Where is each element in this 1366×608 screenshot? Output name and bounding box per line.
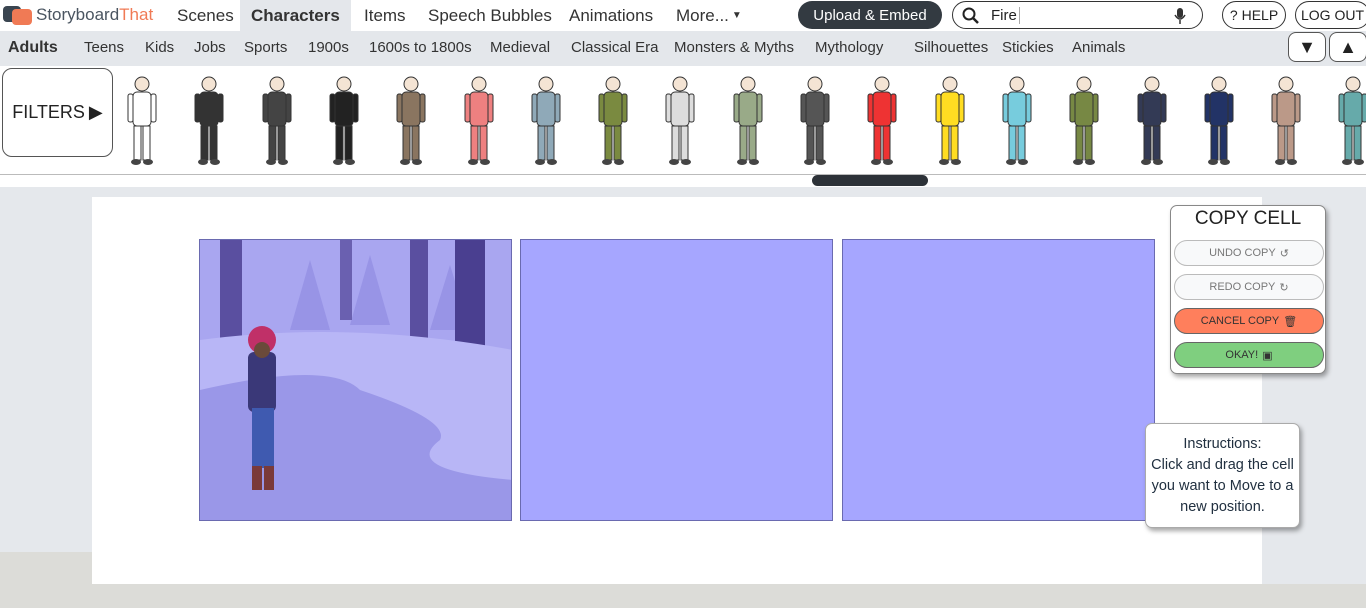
character-thumbnail[interactable] (1331, 74, 1366, 166)
nav-more-label: More... (676, 5, 729, 25)
cancel-label: CANCEL COPY (1200, 315, 1280, 327)
category-monsters-myths[interactable]: Monsters & Myths (674, 39, 794, 56)
storyboard-cell-1[interactable] (199, 239, 512, 521)
storyboard-cell-2[interactable] (520, 239, 833, 521)
instructions-tooltip: Instructions: Click and drag the cell yo… (1145, 423, 1300, 528)
nav-scenes[interactable]: Scenes (166, 0, 245, 31)
collapse-down-button[interactable]: ▼ (1288, 32, 1326, 62)
trash-icon: 🗑 (1283, 315, 1298, 328)
cancel-copy-button[interactable]: CANCEL COPY 🗑 (1174, 308, 1324, 334)
logout-button[interactable]: LOG OUT (1295, 1, 1366, 29)
category-1900s[interactable]: 1900s (308, 39, 349, 56)
search-value: Fire (991, 6, 1020, 24)
logo-icon (3, 4, 33, 26)
category-adults[interactable]: Adults (8, 39, 58, 57)
microphone-icon[interactable] (1174, 7, 1186, 25)
brand-name-accent: That (119, 5, 154, 24)
category-animals[interactable]: Animals (1072, 39, 1125, 56)
storyboardthat-logo[interactable]: Storyboard That (3, 4, 153, 26)
search-input[interactable]: Fire (952, 1, 1203, 29)
filters-label: FILTERS (12, 102, 85, 122)
character-thumbnail[interactable] (389, 74, 433, 166)
character-thumbnail[interactable] (928, 74, 972, 166)
redo-icon: ↻ (1279, 281, 1289, 294)
category-kids[interactable]: Kids (145, 39, 174, 56)
category-1600s-to-1800s[interactable]: 1600s to 1800s (369, 39, 472, 56)
category-mythology[interactable]: Mythology (815, 39, 883, 56)
okay-button[interactable]: OKAY! ▣ (1174, 342, 1324, 368)
character-thumbnail[interactable] (995, 74, 1039, 166)
storyboard-cell-3[interactable] (842, 239, 1155, 521)
triangle-down-icon: ▼ (1298, 36, 1316, 57)
character-thumbnail[interactable] (1062, 74, 1106, 166)
category-stickies[interactable]: Stickies (1002, 39, 1054, 56)
character-thumbnail[interactable] (591, 74, 635, 166)
undo-label: UNDO COPY (1209, 247, 1276, 259)
character-thumbnail[interactable] (524, 74, 568, 166)
nav-animations[interactable]: Animations (558, 0, 664, 31)
search-icon (962, 7, 979, 24)
instructions-text: Click and drag the cell you want to Move… (1151, 457, 1294, 515)
character-thumbnail[interactable] (1130, 74, 1174, 166)
nav-more[interactable]: More... ▼ (665, 0, 753, 31)
undo-icon: ↺ (1279, 247, 1289, 260)
character-thumbnail[interactable] (1264, 74, 1308, 166)
footer-area (0, 584, 1366, 608)
help-label: HELP (1241, 7, 1279, 23)
winter-forest-scene (200, 240, 511, 520)
triangle-up-icon: ▲ (1339, 36, 1357, 57)
category-medieval[interactable]: Medieval (490, 39, 550, 56)
scrollbar-track[interactable] (0, 175, 1366, 187)
save-icon: ▣ (1262, 349, 1273, 362)
play-arrow-icon: ▶ (88, 102, 103, 122)
nav-speech-bubbles[interactable]: Speech Bubbles (417, 0, 563, 31)
character-thumbnail[interactable] (457, 74, 501, 166)
undo-copy-button[interactable]: UNDO COPY ↺ (1174, 240, 1324, 266)
category-jobs[interactable]: Jobs (194, 39, 226, 56)
character-thumbnail[interactable] (255, 74, 299, 166)
nav-characters[interactable]: Characters (240, 0, 351, 31)
question-icon: ? (1229, 7, 1238, 23)
instructions-title: Instructions: (1183, 436, 1262, 452)
top-nav-bar: Storyboard That Scenes Characters Items S… (0, 0, 1366, 31)
redo-copy-button[interactable]: REDO COPY ↻ (1174, 274, 1324, 300)
side-area (0, 552, 92, 608)
character-thumbnail[interactable] (187, 74, 231, 166)
character-thumbnail[interactable] (860, 74, 904, 166)
category-teens[interactable]: Teens (84, 39, 124, 56)
help-button[interactable]: ? HELP (1222, 1, 1286, 29)
collapse-up-button[interactable]: ▲ (1329, 32, 1366, 62)
upload-embed-button[interactable]: Upload & Embed (798, 1, 942, 29)
character-thumbnail[interactable] (1197, 74, 1241, 166)
redo-label: REDO COPY (1209, 281, 1276, 293)
filters-button[interactable]: FILTERS ▶ (2, 68, 113, 157)
category-bar: ▼ ▲ Adults Teens Kids Jobs Sports 1900s 1600s … (0, 31, 1366, 66)
character-thumbnail[interactable] (658, 74, 702, 166)
character-thumbnail[interactable] (120, 74, 164, 166)
character-thumbnail[interactable] (726, 74, 770, 166)
character-thumbnail[interactable] (322, 74, 366, 166)
category-classical-era[interactable]: Classical Era (571, 39, 659, 56)
category-sports[interactable]: Sports (244, 39, 287, 56)
nav-items[interactable]: Items (353, 0, 417, 31)
character-thumbnail[interactable] (793, 74, 837, 166)
caret-down-icon: ▼ (731, 10, 742, 21)
character-library: FILTERS ▶ (0, 66, 1366, 175)
category-silhouettes[interactable]: Silhouettes (914, 39, 988, 56)
okay-label: OKAY! (1225, 349, 1259, 361)
copy-cell-panel: COPY CELL UNDO COPY ↺ REDO COPY ↻ CANCEL C… (1170, 205, 1326, 374)
scrollbar-thumb[interactable] (812, 175, 928, 186)
brand-name: Storyboard (36, 5, 120, 24)
copy-cell-title: COPY CELL (1194, 208, 1302, 229)
